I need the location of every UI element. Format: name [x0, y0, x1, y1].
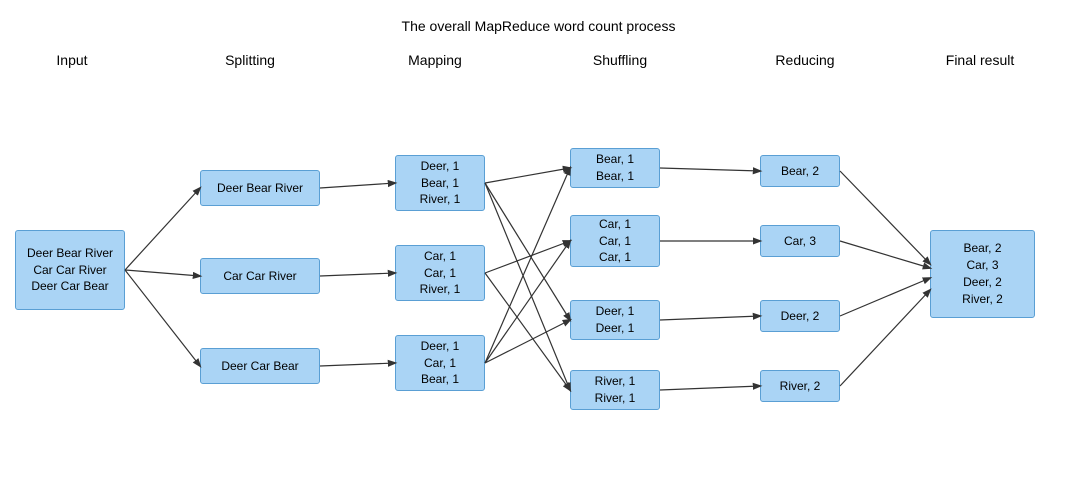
- map-box-3: Deer, 1 Car, 1 Bear, 1: [395, 335, 485, 391]
- label-mapping: Mapping: [390, 52, 480, 68]
- label-shuffling: Shuffling: [570, 52, 670, 68]
- reduce-box-2: Car, 3: [760, 225, 840, 257]
- shuf-box-3: Deer, 1 Deer, 1: [570, 300, 660, 340]
- reduce-box-1: Bear, 2: [760, 155, 840, 187]
- map-box-2: Car, 1 Car, 1 River, 1: [395, 245, 485, 301]
- final-box: Bear, 2 Car, 3 Deer, 2 River, 2: [930, 230, 1035, 318]
- shuf-box-4: River, 1 River, 1: [570, 370, 660, 410]
- split-box-1: Deer Bear River: [200, 170, 320, 206]
- shuf-box-2: Car, 1 Car, 1 Car, 1: [570, 215, 660, 267]
- label-reducing: Reducing: [760, 52, 850, 68]
- diagram-title: The overall MapReduce word count process: [0, 0, 1077, 34]
- label-input: Input: [32, 52, 112, 68]
- arrows-svg: [0, 0, 1077, 500]
- reduce-box-3: Deer, 2: [760, 300, 840, 332]
- label-splitting: Splitting: [200, 52, 300, 68]
- reduce-box-4: River, 2: [760, 370, 840, 402]
- diagram-container: The overall MapReduce word count process…: [0, 0, 1077, 500]
- shuf-box-1: Bear, 1 Bear, 1: [570, 148, 660, 188]
- split-box-2: Car Car River: [200, 258, 320, 294]
- input-box: Deer Bear River Car Car River Deer Car B…: [15, 230, 125, 310]
- map-box-1: Deer, 1 Bear, 1 River, 1: [395, 155, 485, 211]
- label-final: Final result: [930, 52, 1030, 68]
- split-box-3: Deer Car Bear: [200, 348, 320, 384]
